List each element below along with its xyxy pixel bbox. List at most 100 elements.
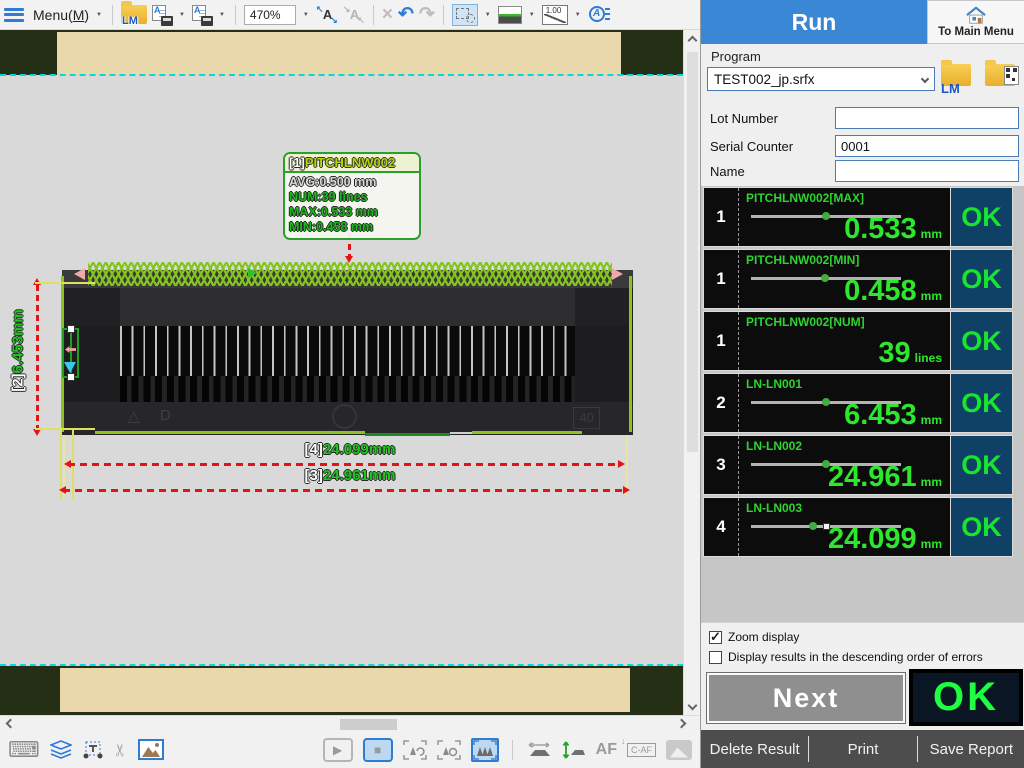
viewer-vertical-scrollbar[interactable] <box>683 30 700 715</box>
save-caret-icon[interactable]: ▼ <box>179 12 185 18</box>
detection-region-top-line <box>0 74 683 76</box>
roi-handle-bottom[interactable] <box>67 373 75 381</box>
actions-bar: Delete Result Print Save Report <box>701 730 1024 768</box>
viewer-horizontal-scrollbar[interactable] <box>0 715 700 731</box>
connector-pins <box>120 326 575 376</box>
delete-icon[interactable]: × <box>382 5 393 25</box>
undo-icon[interactable]: ↶ <box>398 5 414 25</box>
descending-order-checkbox[interactable]: Display results in the descending order … <box>709 650 1024 664</box>
scale-factor-icon[interactable]: 1.00 <box>542 5 568 25</box>
scale-caret-icon[interactable]: ▼ <box>575 12 581 18</box>
print-button[interactable]: Print <box>809 741 916 758</box>
edge-roi-box[interactable] <box>62 328 79 378</box>
image-display-icon[interactable] <box>138 739 164 760</box>
af-button[interactable]: AF <box>596 741 617 759</box>
result-index: 4 <box>704 498 739 556</box>
result-label: LN-LN003 <box>746 501 802 515</box>
print-caret-icon[interactable]: ▼ <box>219 12 225 18</box>
result-body: LN-LN003 24.099 mm <box>739 498 950 556</box>
serial-counter-input[interactable] <box>835 135 1019 157</box>
image-viewer[interactable]: △ D 40 [1]PITCHLNW002 AVG:0.500 mm NU <box>0 30 683 715</box>
focus-region-icon[interactable] <box>403 740 427 760</box>
program-qr-folder-button[interactable] <box>983 56 1019 96</box>
zoom-caret-icon[interactable]: ▼ <box>303 12 309 18</box>
save-program-icon[interactable] <box>152 5 172 25</box>
transform-tool-icon[interactable] <box>82 740 104 760</box>
tooltip-max: MAX:0.533 mm <box>289 205 415 220</box>
status-badge: OK <box>950 188 1012 246</box>
result-row[interactable]: 1 PITCHLNW002[NUM] 39 lines OK <box>703 311 1013 371</box>
name-input[interactable] <box>835 160 1019 182</box>
zoom-level-input[interactable]: 470% <box>244 5 296 25</box>
focus-region-alt-icon[interactable] <box>437 740 461 760</box>
run-play-icon[interactable]: ▶ <box>323 738 353 762</box>
run-stop-icon[interactable]: ■ <box>363 738 393 762</box>
result-value-line: 0.533 mm <box>844 215 942 244</box>
menu-caret-icon[interactable]: ▼ <box>96 12 102 18</box>
zoom-in-icon[interactable]: A↖↘ <box>316 5 338 25</box>
result-value: 0.533 <box>844 215 917 244</box>
serial-counter-label: Serial Counter <box>701 139 835 154</box>
scissors-icon[interactable]: ✂ <box>111 742 131 756</box>
yellow-guide-bottom <box>35 428 95 430</box>
result-value: 0.458 <box>844 277 917 306</box>
result-index: 3 <box>704 436 739 494</box>
result-row[interactable]: 4 LN-LN003 24.099 mm OK <box>703 497 1013 557</box>
width-outer-dimension-label: [3]24.961mm <box>285 467 415 484</box>
multi-focus-icon[interactable] <box>471 738 499 762</box>
delete-result-button[interactable]: Delete Result <box>701 741 808 758</box>
display-level-icon[interactable] <box>498 6 522 24</box>
checkbox-icon[interactable] <box>709 631 722 644</box>
captured-image-icon[interactable] <box>666 740 692 760</box>
result-row[interactable]: 1 PITCHLNW002[MIN] 0.458 mm OK <box>703 249 1013 309</box>
hamburger-menu-icon[interactable] <box>4 8 24 22</box>
print-program-icon[interactable] <box>192 5 212 25</box>
name-label: Name <box>701 164 835 179</box>
scroll-left-icon[interactable] <box>6 719 16 729</box>
checkbox-icon[interactable] <box>709 651 722 664</box>
selection-tool-icon[interactable] <box>452 4 478 26</box>
zoom-display-checkbox[interactable]: Zoom display <box>709 630 1024 644</box>
to-main-menu-button[interactable]: To Main Menu <box>927 0 1024 44</box>
program-folder-button[interactable]: LM <box>939 56 975 96</box>
app-window: Menu(M) ▼ LM ▼ ▼ 470% ▼ A↖↘ A↘↖ × ↶ ↷ ▼ … <box>0 0 1024 768</box>
detection-region-bottom-line <box>0 664 683 666</box>
display-options: Zoom display Display results in the desc… <box>701 622 1024 668</box>
redo-icon[interactable]: ↷ <box>419 5 435 25</box>
roi-handle-top[interactable] <box>67 325 75 333</box>
measured-value-dot <box>821 274 829 282</box>
result-label: LN-LN002 <box>746 439 802 453</box>
program-select[interactable]: TEST002_jp.srfx <box>707 67 935 91</box>
horizontal-scroll-thumb[interactable] <box>340 719 397 730</box>
result-row[interactable]: 1 PITCHLNW002[MAX] 0.533 mm OK <box>703 187 1013 247</box>
zoom-out-icon[interactable]: A↘↖ <box>343 5 365 25</box>
result-row[interactable]: 2 LN-LN001 6.453 mm OK <box>703 373 1013 433</box>
result-unit: mm <box>921 227 942 241</box>
measured-value-dot <box>822 398 830 406</box>
scroll-up-icon[interactable] <box>688 36 698 46</box>
stage-height-icon[interactable] <box>562 740 586 760</box>
connector-fins <box>120 376 575 402</box>
layers-icon[interactable] <box>50 740 72 760</box>
next-button[interactable]: Next <box>706 672 906 724</box>
lot-number-input[interactable] <box>835 107 1019 129</box>
stage-width-icon[interactable] <box>526 740 552 760</box>
result-row[interactable]: 3 LN-LN002 24.961 mm OK <box>703 435 1013 495</box>
scroll-down-icon[interactable] <box>688 701 698 711</box>
continuous-af-button[interactable]: C-AF <box>627 743 656 757</box>
scroll-right-icon[interactable] <box>677 719 687 729</box>
measurement-tooltip[interactable]: [1]PITCHLNW002 AVG:0.500 mm NUM:39 lines… <box>283 152 421 240</box>
selection-caret-icon[interactable]: ▼ <box>485 12 491 18</box>
text-search-icon[interactable]: A <box>588 5 610 25</box>
open-program-folder-icon[interactable]: LM <box>121 5 147 24</box>
level-caret-icon[interactable]: ▼ <box>529 12 535 18</box>
overall-status-display: OK <box>909 669 1023 726</box>
save-report-button[interactable]: Save Report <box>918 741 1024 758</box>
inspection-photo: △ D 40 [1]PITCHLNW002 AVG:0.500 mm NU <box>0 30 683 715</box>
bottom-toolbar: ⌨ ✂ ▶ ■ AF C-AF <box>0 731 700 768</box>
vertical-scroll-thumb[interactable] <box>687 52 698 452</box>
keyboard-icon[interactable]: ⌨ <box>8 737 40 763</box>
result-label: PITCHLNW002[NUM] <box>746 315 865 329</box>
result-label: LN-LN001 <box>746 377 802 391</box>
menu-button[interactable]: Menu(M) <box>33 7 89 23</box>
